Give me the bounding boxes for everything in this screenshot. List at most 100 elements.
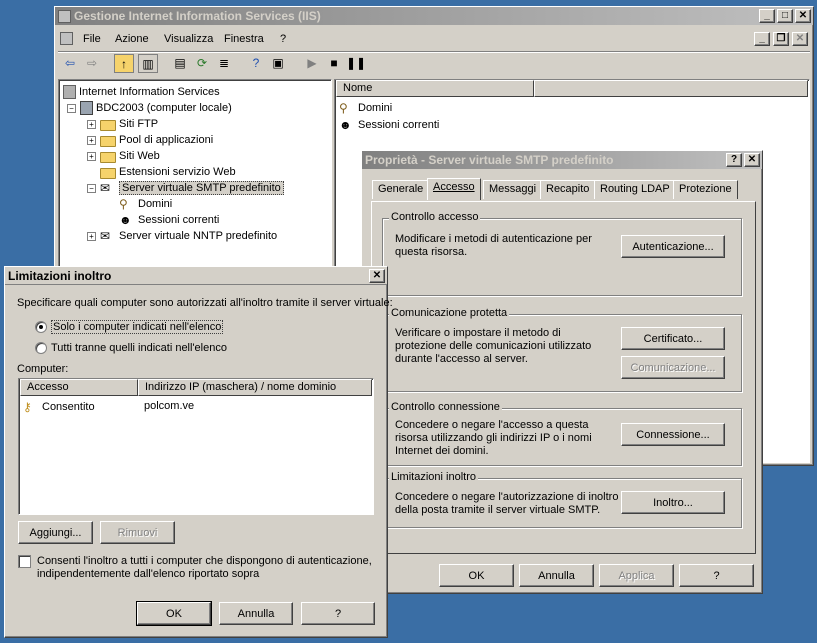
forward-arrow-icon[interactable]: ⇨ [82, 54, 102, 73]
authentication-button[interactable]: Autenticazione... [621, 235, 725, 258]
properties-titlebar[interactable]: Proprietà - Server virtuale SMTP predefi… [362, 151, 762, 169]
iis-app-icon [58, 9, 71, 23]
child-restore-button[interactable]: ❐ [773, 32, 789, 46]
menu-azione[interactable]: Azione [115, 33, 149, 45]
group-access-title: Controllo accesso [389, 211, 481, 223]
menu-finestra[interactable]: Finestra [224, 33, 264, 45]
tree-item-app-pools[interactable]: + Pool di applicazioni [87, 132, 213, 148]
close-button[interactable]: ✕ [795, 9, 811, 23]
nntp-server-icon: ✉ [100, 229, 111, 243]
pause-icon[interactable]: ❚❚ [346, 54, 366, 73]
auth-relay-checkbox-row[interactable] [18, 555, 31, 568]
properties-title: Proprietà - Server virtuale SMTP predefi… [365, 153, 614, 167]
group-relay-title: Limitazioni inoltro [389, 471, 478, 483]
collapse-icon[interactable]: − [67, 103, 76, 113]
table-row[interactable]: ⚷ Consentito [23, 399, 95, 415]
maximize-button[interactable]: □ [777, 9, 793, 23]
menu-help[interactable]: ? [280, 33, 286, 45]
tab-routing-ldap[interactable]: Routing LDAP [594, 180, 676, 199]
properties-icon[interactable]: ▤ [170, 54, 190, 73]
radio-all-except[interactable]: Tutti tranne quelli indicati nell'elenco [35, 342, 227, 355]
collapse-icon[interactable]: − [87, 183, 96, 193]
list-item-domains[interactable]: ⚲ Domini [339, 100, 392, 116]
child-minimize-button[interactable]: _ [754, 32, 770, 46]
relay-button[interactable]: Inoltro... [621, 491, 725, 514]
ok-button[interactable]: OK [439, 564, 514, 587]
iis-title: Gestione Internet Information Services (… [74, 9, 321, 23]
list-item-sessions[interactable]: ☻ Sessioni correnti [339, 117, 439, 133]
refresh-icon[interactable]: ⟳ [192, 54, 212, 73]
column-header-empty[interactable] [534, 80, 808, 97]
tree-item-nntp[interactable]: + ✉ Server virtuale NNTP predefinito [87, 228, 277, 244]
tab-strip: Generale Accesso Messaggi Recapito Routi… [370, 178, 755, 202]
tree-item-sessions[interactable]: ☻ Sessioni correnti [119, 212, 219, 228]
tree-item-domains[interactable]: ⚲ Domini [119, 196, 172, 212]
apply-button[interactable]: Applica [599, 564, 674, 587]
show-tree-icon[interactable]: ▥ [138, 54, 158, 73]
mmc-doc-icon [60, 32, 73, 45]
folder-icon [100, 151, 116, 163]
tree-root[interactable]: Internet Information Services [63, 84, 220, 100]
add-button[interactable]: Aggiungi... [18, 521, 93, 544]
expand-icon[interactable]: + [87, 151, 96, 161]
child-close-button[interactable]: ✕ [792, 32, 808, 46]
column-header-access[interactable]: Accesso [20, 379, 138, 396]
domains-icon: ⚲ [119, 197, 128, 211]
tree-item-websites[interactable]: + Siti Web [87, 148, 160, 164]
close-button[interactable]: ✕ [369, 268, 385, 283]
remove-button[interactable]: Rimuovi [100, 521, 175, 544]
communication-button[interactable]: Comunicazione... [621, 356, 725, 379]
tab-recapito[interactable]: Recapito [540, 180, 596, 199]
radio-button[interactable] [35, 342, 47, 355]
help-button[interactable]: ? [679, 564, 754, 587]
view-icon[interactable]: ▣ [268, 54, 288, 73]
tree-item-label: Sessioni correnti [138, 214, 220, 226]
play-icon[interactable]: ▶ [302, 54, 322, 73]
computer-list[interactable]: Accesso Indirizzo IP (maschera) / nome d… [18, 378, 374, 515]
menu-file[interactable]: File [83, 33, 101, 45]
minimize-button[interactable]: _ [759, 9, 775, 23]
group-secure-title: Comunicazione protetta [389, 307, 510, 319]
menu-bar: File Azione Visualizza Finestra ? _ ❐ ✕ [58, 29, 810, 49]
computer-icon [80, 101, 93, 115]
tree-item-smtp[interactable]: − ✉ Server virtuale SMTP predefinito [87, 180, 284, 196]
tab-accesso[interactable]: Accesso [427, 178, 481, 200]
help-icon[interactable]: ? [246, 54, 266, 73]
cancel-button[interactable]: Annulla [219, 602, 293, 625]
iis-titlebar[interactable]: Gestione Internet Information Services (… [55, 7, 813, 25]
auth-relay-checkbox[interactable] [18, 555, 31, 568]
expand-icon[interactable]: + [87, 231, 96, 241]
radio-button-selected[interactable] [35, 321, 47, 334]
close-button[interactable]: ✕ [744, 153, 760, 167]
folder-icon [100, 119, 116, 131]
certificate-button[interactable]: Certificato... [621, 327, 725, 350]
column-header-name[interactable]: Nome [336, 80, 534, 97]
connection-button[interactable]: Connessione... [621, 423, 725, 446]
export-list-icon[interactable]: ≣ [214, 54, 234, 73]
up-folder-icon[interactable]: ↑ [114, 54, 134, 73]
tree-item-ftp[interactable]: + Siti FTP [87, 116, 158, 132]
iis-root-icon [63, 85, 76, 99]
key-icon: ⚷ [23, 400, 32, 414]
list-item-label: Domini [358, 102, 393, 114]
expand-icon[interactable]: + [87, 119, 96, 129]
column-header-address[interactable]: Indirizzo IP (maschera) / nome dominio [138, 379, 372, 396]
back-arrow-icon[interactable]: ⇦ [60, 54, 80, 73]
access-text: Modificare i metodi di autenticazione pe… [395, 233, 592, 258]
radio-only-listed[interactable]: Solo i computer indicati nell'elenco [35, 320, 224, 334]
tab-messaggi[interactable]: Messaggi [483, 180, 543, 199]
help-button[interactable]: ? [301, 602, 375, 625]
tab-generale[interactable]: Generale [372, 180, 430, 199]
cancel-button[interactable]: Annulla [519, 564, 594, 587]
tab-protezione[interactable]: Protezione [673, 180, 738, 199]
tree-computer[interactable]: − BDC2003 (computer locale) [67, 100, 232, 116]
relay-titlebar[interactable]: Limitazioni inoltro ✕ [5, 267, 387, 285]
menu-visualizza[interactable]: Visualizza [164, 33, 213, 45]
help-title-button[interactable]: ? [726, 153, 742, 167]
expand-icon[interactable]: + [87, 135, 96, 145]
tree-item-web-extensions[interactable]: Estensioni servizio Web [100, 164, 236, 180]
ok-button[interactable]: OK [136, 601, 212, 626]
stop-icon[interactable]: ■ [324, 54, 344, 73]
sessions-icon: ☻ [339, 118, 352, 132]
tree-item-label: Siti FTP [119, 118, 159, 130]
